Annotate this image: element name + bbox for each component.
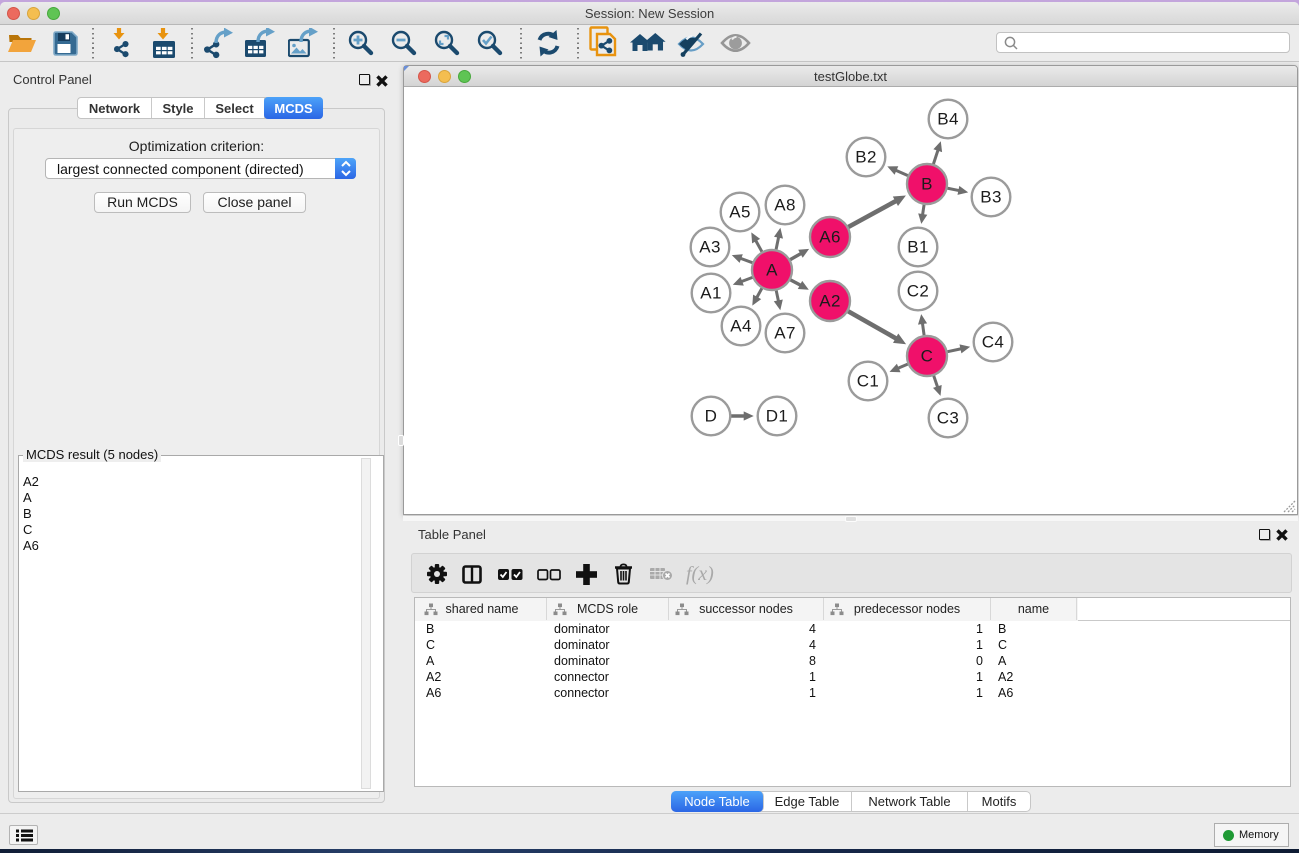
svg-text:C3: C3 <box>937 409 960 428</box>
svg-text:A1: A1 <box>700 284 722 303</box>
svg-text:A5: A5 <box>729 203 751 222</box>
svg-text:A4: A4 <box>730 317 752 336</box>
svg-text:A: A <box>766 261 778 280</box>
svg-text:B4: B4 <box>937 110 959 129</box>
svg-text:A7: A7 <box>774 324 796 343</box>
svg-text:C2: C2 <box>907 282 930 301</box>
svg-text:C4: C4 <box>982 333 1005 352</box>
svg-text:B2: B2 <box>855 148 877 167</box>
svg-text:D1: D1 <box>766 407 789 426</box>
svg-text:B3: B3 <box>980 188 1002 207</box>
svg-text:D: D <box>705 407 718 426</box>
svg-text:C1: C1 <box>857 372 880 391</box>
svg-text:A6: A6 <box>819 228 841 247</box>
svg-text:A3: A3 <box>699 238 721 257</box>
svg-text:B: B <box>921 175 933 194</box>
svg-text:A8: A8 <box>774 196 796 215</box>
svg-text:A2: A2 <box>819 292 841 311</box>
svg-text:C: C <box>921 347 934 366</box>
svg-text:B1: B1 <box>907 238 929 257</box>
